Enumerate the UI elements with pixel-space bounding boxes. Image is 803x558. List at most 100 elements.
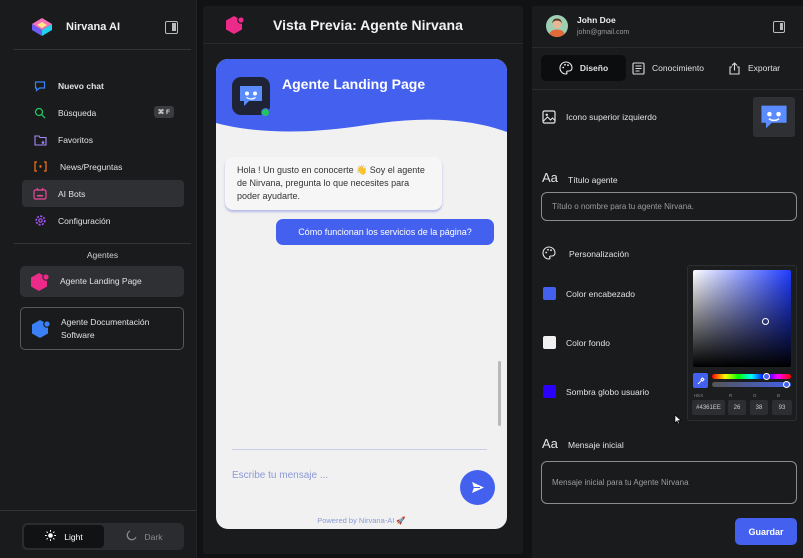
code-brackets-icon bbox=[33, 160, 47, 174]
color-picker: HEX R G B #4361EE 26 38 93 bbox=[687, 265, 797, 421]
top-left-icon-preview[interactable] bbox=[753, 97, 795, 137]
initial-message-placeholder: Mensaje inicial para tu Agente Nirvana bbox=[552, 478, 689, 487]
eyedropper-icon bbox=[697, 376, 705, 384]
tab-label: Conocimiento bbox=[652, 63, 704, 73]
user-name: John Doe bbox=[577, 15, 616, 25]
nav-label: Favoritos bbox=[58, 134, 93, 145]
text-size-icon: Aa bbox=[542, 436, 558, 451]
hex-input[interactable]: #4361EE bbox=[692, 400, 725, 415]
eyedropper-button[interactable] bbox=[693, 373, 708, 388]
folder-star-icon bbox=[33, 133, 47, 147]
save-button[interactable]: Guardar bbox=[735, 518, 797, 545]
bot-icon bbox=[33, 187, 47, 201]
theme-light-label: Light bbox=[64, 531, 83, 542]
header-color-label: Color encabezado bbox=[566, 289, 635, 299]
b-label: B bbox=[777, 393, 781, 398]
user-email: john@gmail.com bbox=[577, 29, 630, 36]
g-input[interactable]: 38 bbox=[750, 400, 768, 415]
palette-icon bbox=[559, 61, 573, 75]
nav-item-news[interactable]: News/Preguntas bbox=[22, 153, 184, 180]
agent-title-label: Título agente bbox=[568, 175, 618, 185]
nav-item-favorites[interactable]: Favoritos bbox=[22, 126, 184, 153]
divider bbox=[532, 89, 803, 90]
mouse-cursor-icon bbox=[674, 414, 682, 425]
agent-title-input[interactable]: Título o nombre para tu agente Nirvana. bbox=[541, 192, 797, 221]
app-name: Nirvana AI bbox=[66, 21, 121, 33]
divider bbox=[14, 243, 191, 244]
theme-light-button[interactable]: Light bbox=[24, 525, 104, 548]
theme-dark-button[interactable]: Dark bbox=[104, 525, 184, 548]
moon-icon bbox=[126, 530, 137, 543]
personalization-label: Personalización bbox=[569, 249, 630, 259]
agent-name: Agente Documentación Software bbox=[61, 316, 150, 340]
tab-label: Exportar bbox=[748, 63, 781, 73]
user-bubble-shadow-swatch[interactable] bbox=[543, 385, 556, 398]
alpha-slider-knob[interactable] bbox=[783, 381, 790, 388]
alpha-slider[interactable] bbox=[712, 382, 791, 387]
online-status-dot bbox=[261, 108, 270, 117]
tab-knowledge[interactable]: Conocimiento bbox=[632, 55, 704, 81]
sun-icon bbox=[45, 530, 57, 543]
preview-panel: Vista Previa: Agente Nirvana Agente Land… bbox=[203, 6, 523, 554]
bot-message-bubble: Hola ! Un gusto en conocerte 👋 Soy el ag… bbox=[225, 157, 442, 210]
agent-logo-icon bbox=[32, 319, 51, 338]
widget-title: Agente Landing Page bbox=[282, 76, 426, 92]
chat-bubble-icon bbox=[33, 79, 47, 93]
shortcut-badge: ⌘ F bbox=[153, 106, 174, 118]
user-bubble-shadow-label: Sombra globo usuario bbox=[566, 387, 650, 397]
tab-export[interactable]: Exportar bbox=[728, 55, 780, 81]
saturation-handle[interactable] bbox=[762, 318, 769, 325]
panel-toggle-icon[interactable] bbox=[773, 21, 785, 33]
agents-section-title: Agentes bbox=[86, 250, 119, 260]
divider bbox=[14, 49, 191, 50]
tab-label: Diseño bbox=[579, 63, 609, 73]
chat-widget: Agente Landing Page Hola ! Un gusto en c… bbox=[216, 59, 507, 529]
saturation-area[interactable] bbox=[693, 270, 791, 367]
nav-item-new-chat[interactable]: Nuevo chat bbox=[22, 72, 184, 99]
sidebar-toggle-icon[interactable] bbox=[165, 21, 178, 34]
r-input[interactable]: 26 bbox=[728, 400, 746, 415]
hue-slider[interactable] bbox=[712, 374, 791, 379]
nav-label: News/Preguntas bbox=[60, 161, 123, 172]
hue-slider-knob[interactable] bbox=[763, 373, 770, 380]
chat-message-input[interactable]: Escribe tu mensaje ... bbox=[232, 470, 328, 481]
nav-label: Búsqueda bbox=[58, 107, 97, 118]
text-size-icon: Aa bbox=[542, 170, 558, 185]
nav-label: Nuevo chat bbox=[58, 80, 104, 91]
page-title: Vista Previa: Agente Nirvana bbox=[273, 17, 463, 33]
top-left-icon-label: Icono superior izquierdo bbox=[566, 112, 657, 122]
palette-icon bbox=[542, 246, 556, 265]
header-color-swatch[interactable] bbox=[543, 287, 556, 300]
input-divider bbox=[232, 449, 487, 450]
r-label: R bbox=[729, 393, 733, 398]
nav-item-ai-bots[interactable]: AI Bots bbox=[22, 180, 184, 207]
search-icon bbox=[33, 106, 47, 120]
settings-panel: John Doe john@gmail.com Diseño Conocimie… bbox=[532, 6, 803, 558]
scrollbar[interactable] bbox=[498, 361, 501, 426]
b-input[interactable]: 93 bbox=[772, 400, 792, 415]
send-icon bbox=[471, 482, 484, 493]
agent-title-placeholder: Título o nombre para tu agente Nirvana. bbox=[552, 202, 694, 211]
avatar[interactable] bbox=[546, 15, 568, 37]
document-icon bbox=[632, 61, 645, 75]
image-icon bbox=[542, 110, 556, 129]
agent-item-documentation[interactable]: Agente Documentación Software bbox=[20, 307, 184, 350]
initial-message-input[interactable]: Mensaje inicial para tu Agente Nirvana bbox=[541, 461, 797, 504]
brand: Nirvana AI bbox=[30, 15, 120, 39]
agent-logo-icon bbox=[226, 16, 245, 34]
nav-label: Configuración bbox=[58, 215, 111, 226]
hex-label: HEX bbox=[694, 393, 704, 398]
nav-item-search[interactable]: Búsqueda ⌘ F bbox=[22, 99, 184, 126]
bot-face-icon bbox=[761, 105, 787, 129]
initial-message-label: Mensaje inicial bbox=[568, 440, 624, 450]
user-avatar-image bbox=[549, 18, 565, 37]
send-button[interactable] bbox=[460, 470, 495, 505]
background-color-swatch[interactable] bbox=[543, 336, 556, 349]
g-label: G bbox=[753, 393, 757, 398]
agent-item-landing-page[interactable]: Agente Landing Page bbox=[20, 266, 184, 297]
tab-design[interactable]: Diseño bbox=[541, 55, 626, 81]
divider bbox=[532, 47, 803, 48]
bot-face-icon bbox=[240, 86, 262, 106]
nav-item-settings[interactable]: Configuración bbox=[22, 207, 184, 234]
divider bbox=[0, 510, 196, 511]
